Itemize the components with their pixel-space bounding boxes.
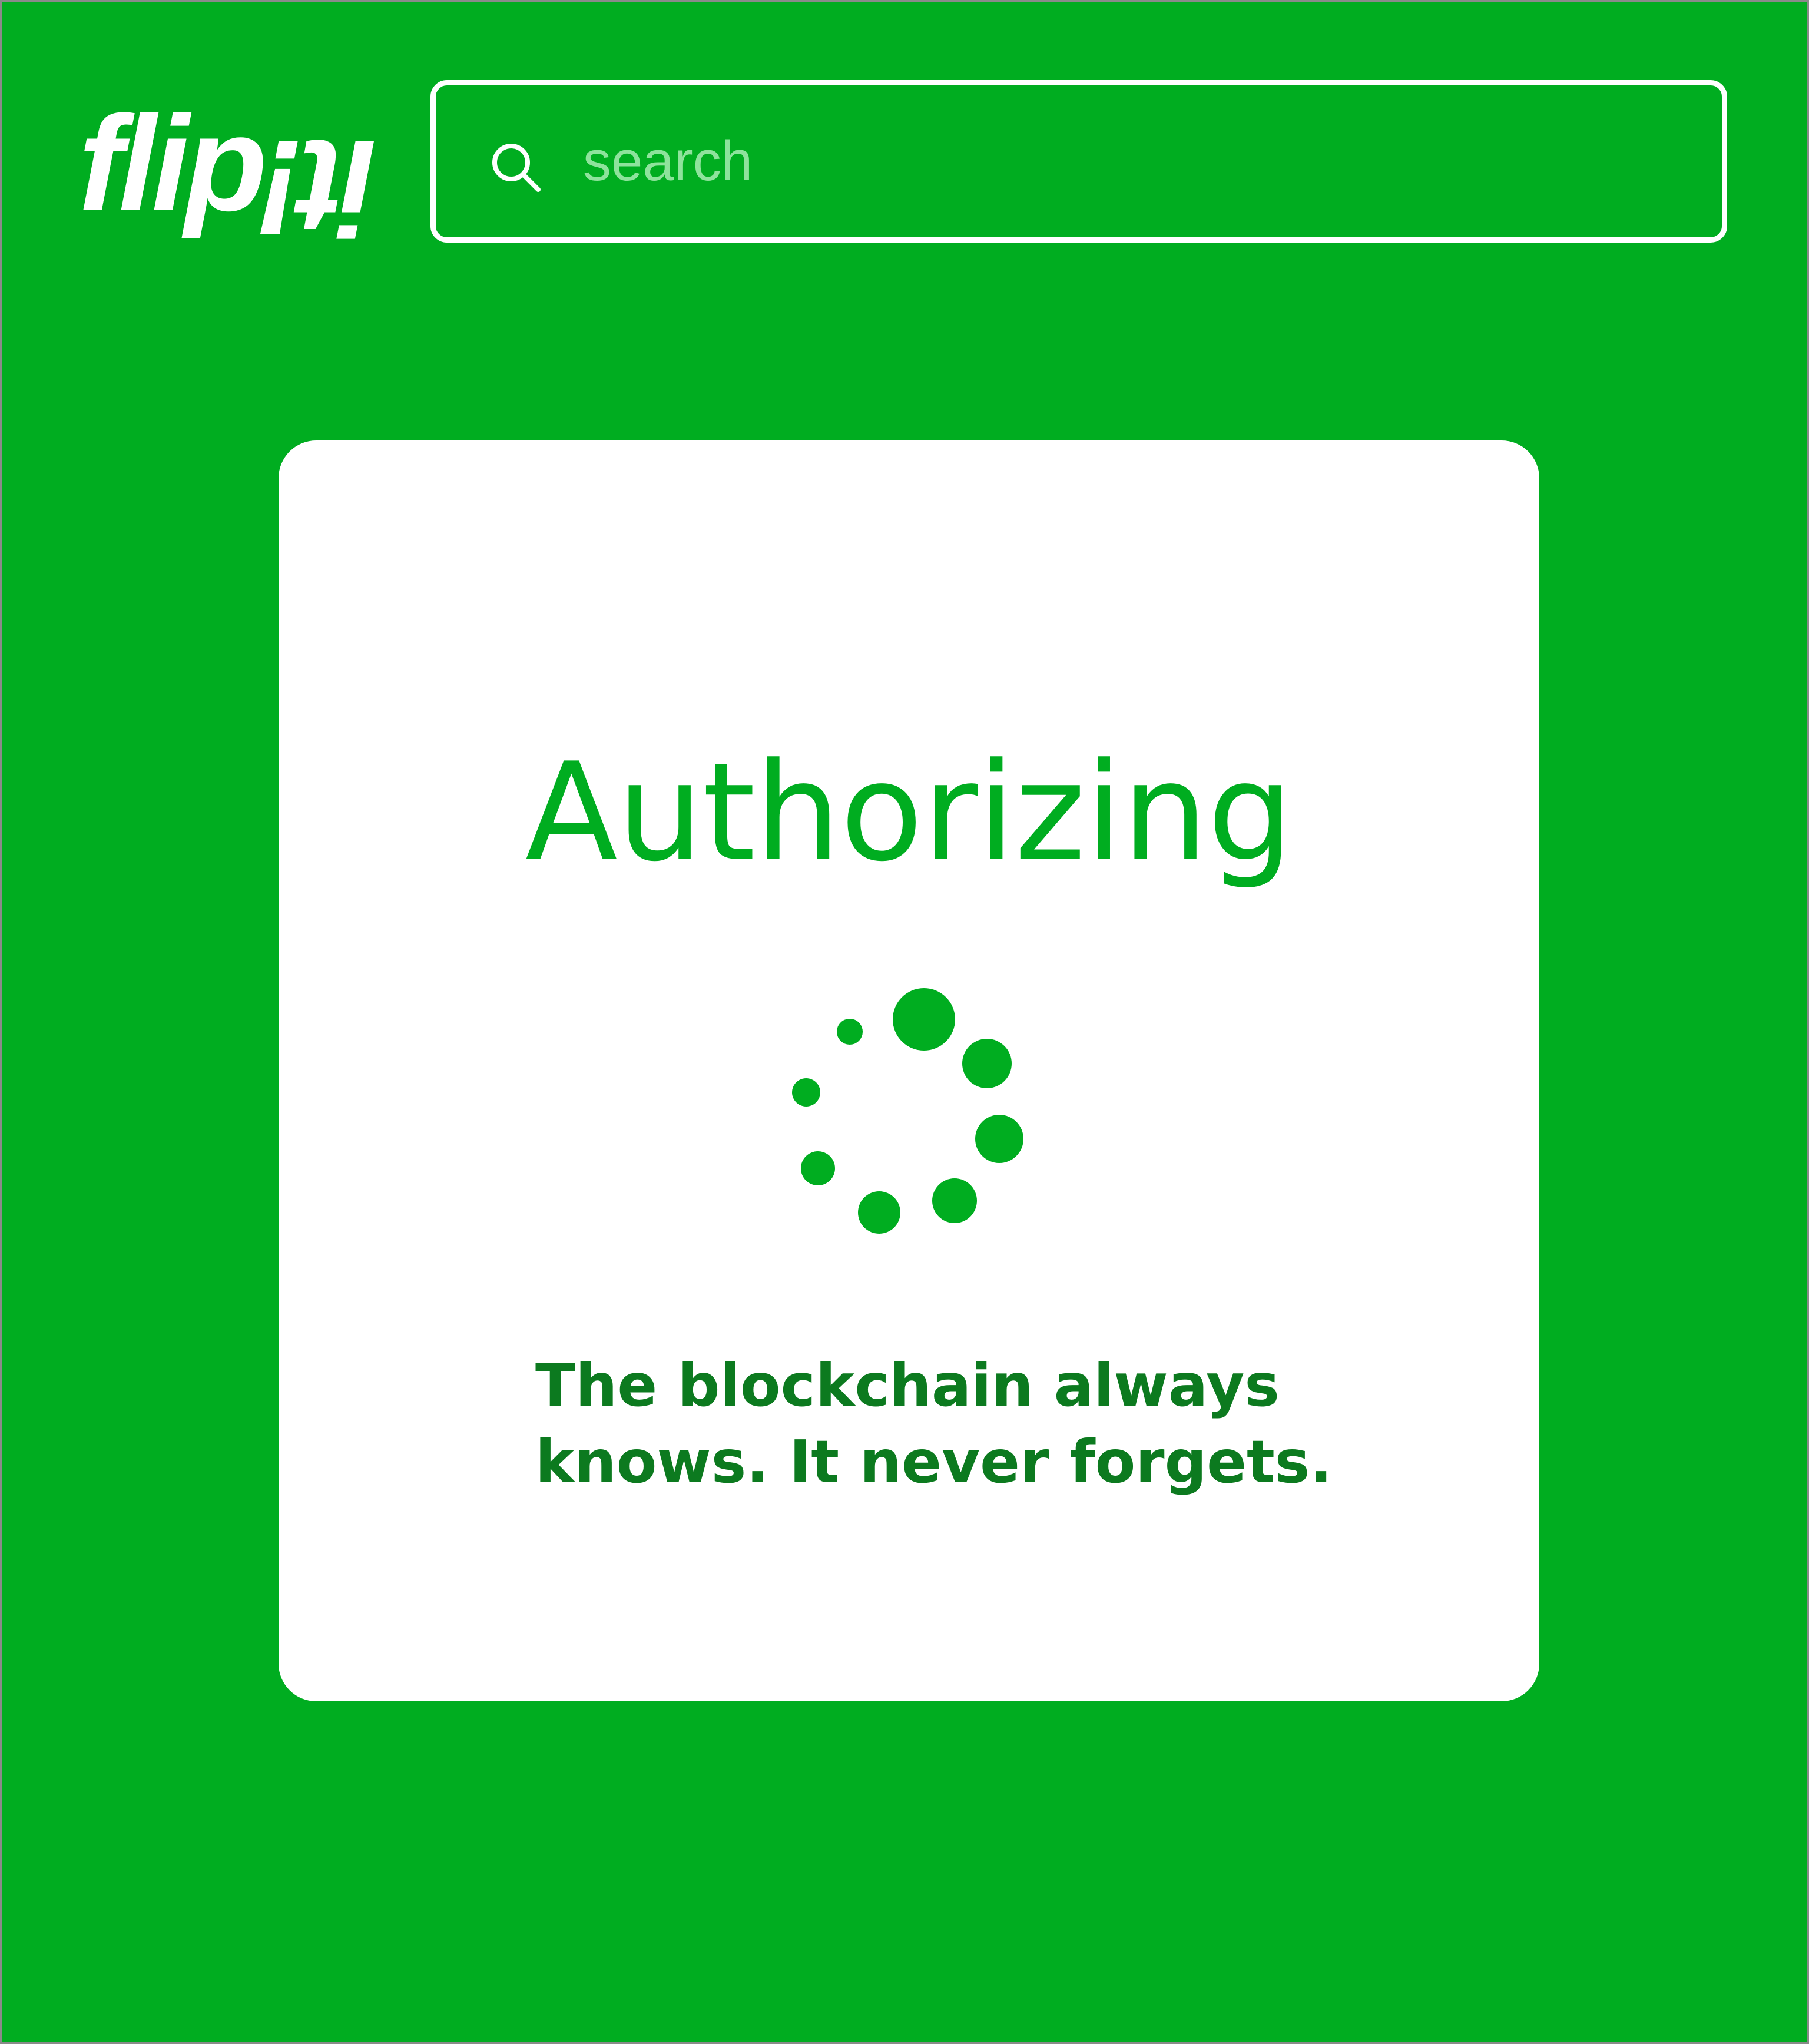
search-icon bbox=[490, 141, 543, 194]
dialog-message: The blockchain always knows. It never fo… bbox=[535, 1351, 1333, 1496]
logo-text-upright: flip bbox=[78, 88, 267, 239]
spinner-dot bbox=[837, 1019, 863, 1045]
authorizing-dialog: Authorizing The blockchain always knows.… bbox=[279, 440, 1539, 1701]
logo-text-flipped: it! bbox=[262, 112, 376, 263]
spinner-dot bbox=[792, 1078, 820, 1107]
spinner-dot bbox=[975, 1115, 1023, 1163]
loading-spinner-icon bbox=[792, 988, 1023, 1234]
flipit-logo[interactable]: flip it! bbox=[78, 84, 376, 264]
search-bar[interactable] bbox=[430, 80, 1727, 243]
spinner-dot bbox=[893, 988, 955, 1051]
spinner-dot bbox=[962, 1039, 1012, 1088]
spinner-dot bbox=[932, 1178, 977, 1223]
dialog-title: Authorizing bbox=[525, 734, 1294, 892]
app-window: flipit! Authorizing The blockchain alway… bbox=[0, 0, 1809, 2044]
spinner-dot bbox=[858, 1191, 900, 1234]
spinner-dot bbox=[801, 1151, 835, 1185]
search-input[interactable] bbox=[583, 129, 1643, 194]
